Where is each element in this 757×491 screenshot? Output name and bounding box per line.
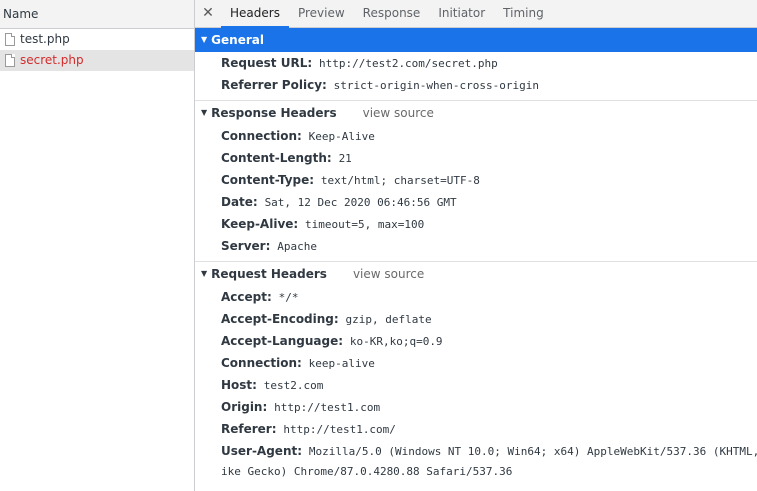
header-value: Keep-Alive	[308, 130, 375, 143]
triangle-down-icon: ▼	[201, 35, 208, 44]
header-value: 21	[338, 152, 352, 165]
header-row: Connection: Keep-Alive	[195, 125, 757, 147]
response-headers-section: ▼ Response Headers view source Connectio…	[195, 101, 757, 262]
header-name: Connection:	[221, 129, 302, 143]
header-name: Connection:	[221, 356, 302, 370]
header-value: gzip, deflate	[345, 313, 432, 326]
header-value: test2.com	[263, 379, 324, 392]
user-agent-continuation: ike Gecko) Chrome/87.0.4280.88 Safari/53…	[221, 465, 513, 478]
general-section-header[interactable]: ▼ General	[195, 28, 757, 52]
header-name: Accept:	[221, 290, 272, 304]
request-headers-section: ▼ Request Headers view source Accept: */…	[195, 262, 757, 482]
header-name: Accept-Encoding:	[221, 312, 339, 326]
name-column-header[interactable]: Name	[0, 0, 194, 29]
header-value: timeout=5, max=100	[305, 218, 425, 231]
tab-timing[interactable]: Timing	[494, 0, 553, 27]
view-source-link[interactable]: view source	[363, 101, 434, 125]
header-value: Mozilla/5.0 (Windows NT 10.0; Win64; x64…	[308, 445, 757, 458]
section-title: Response Headers	[211, 106, 337, 120]
header-name: Keep-Alive:	[221, 217, 299, 231]
header-value: text/html; charset=UTF-8	[320, 174, 480, 187]
header-row: Accept-Encoding: gzip, deflate	[195, 308, 757, 330]
header-name: Request URL:	[221, 56, 313, 70]
document-icon	[5, 54, 15, 67]
header-value: keep-alive	[308, 357, 375, 370]
request-row-test-php[interactable]: test.php	[0, 29, 194, 50]
header-name: Accept-Language:	[221, 334, 344, 348]
header-row: Content-Type: text/html; charset=UTF-8	[195, 169, 757, 191]
section-title: General	[211, 33, 264, 47]
general-section: ▼ General Request URL: http://test2.com/…	[195, 28, 757, 101]
request-details-panel: ✕ Headers Preview Response Initiator Tim…	[195, 0, 757, 491]
response-headers-header[interactable]: ▼ Response Headers view source	[195, 101, 757, 125]
header-row: Referer: http://test1.com/	[195, 418, 757, 440]
request-list-panel: Name test.php secret.php	[0, 0, 195, 491]
header-name: Host:	[221, 378, 257, 392]
tab-headers[interactable]: Headers	[221, 0, 289, 28]
view-source-link[interactable]: view source	[353, 262, 424, 286]
header-name: Referer:	[221, 422, 277, 436]
details-tabbar: ✕ Headers Preview Response Initiator Tim…	[195, 0, 757, 28]
header-name: Origin:	[221, 400, 268, 414]
header-row: Origin: http://test1.com	[195, 396, 757, 418]
request-row-secret-php[interactable]: secret.php	[0, 50, 194, 71]
triangle-down-icon: ▼	[201, 108, 208, 117]
request-name: test.php	[20, 32, 70, 46]
header-name: Content-Type:	[221, 173, 315, 187]
request-name: secret.php	[20, 53, 84, 67]
triangle-down-icon: ▼	[201, 269, 208, 278]
header-name: User-Agent:	[221, 444, 303, 458]
header-row: Accept-Language: ko-KR,ko;q=0.9	[195, 330, 757, 352]
header-row: User-Agent: Mozilla/5.0 (Windows NT 10.0…	[195, 440, 757, 462]
tab-initiator[interactable]: Initiator	[429, 0, 494, 27]
header-row: Host: test2.com	[195, 374, 757, 396]
tab-response[interactable]: Response	[354, 0, 430, 27]
header-name: Date:	[221, 195, 258, 209]
section-title: Request Headers	[211, 267, 327, 281]
header-value: ko-KR,ko;q=0.9	[349, 335, 443, 348]
header-name: Server:	[221, 239, 271, 253]
header-row: Connection: keep-alive	[195, 352, 757, 374]
header-name: Content-Length:	[221, 151, 332, 165]
header-value: Sat, 12 Dec 2020 06:46:56 GMT	[264, 196, 457, 209]
request-headers-header[interactable]: ▼ Request Headers view source	[195, 262, 757, 286]
header-row: Keep-Alive: timeout=5, max=100	[195, 213, 757, 235]
document-icon	[5, 33, 15, 46]
header-value: */*	[278, 291, 299, 304]
header-value: Apache	[277, 240, 317, 253]
header-row: Server: Apache	[195, 235, 757, 257]
header-row: Referrer Policy: strict-origin-when-cros…	[195, 74, 757, 96]
header-row: Accept: */*	[195, 286, 757, 308]
close-icon[interactable]: ✕	[195, 0, 221, 27]
header-value: http://test1.com	[274, 401, 381, 414]
header-row: Request URL: http://test2.com/secret.php	[195, 52, 757, 74]
header-row: Content-Length: 21	[195, 147, 757, 169]
header-value: strict-origin-when-cross-origin	[333, 79, 539, 92]
header-row: Date: Sat, 12 Dec 2020 06:46:56 GMT	[195, 191, 757, 213]
header-value: http://test1.com/	[283, 423, 396, 436]
header-name: Referrer Policy:	[221, 78, 327, 92]
header-value: http://test2.com/secret.php	[318, 57, 498, 70]
tab-preview[interactable]: Preview	[289, 0, 354, 27]
